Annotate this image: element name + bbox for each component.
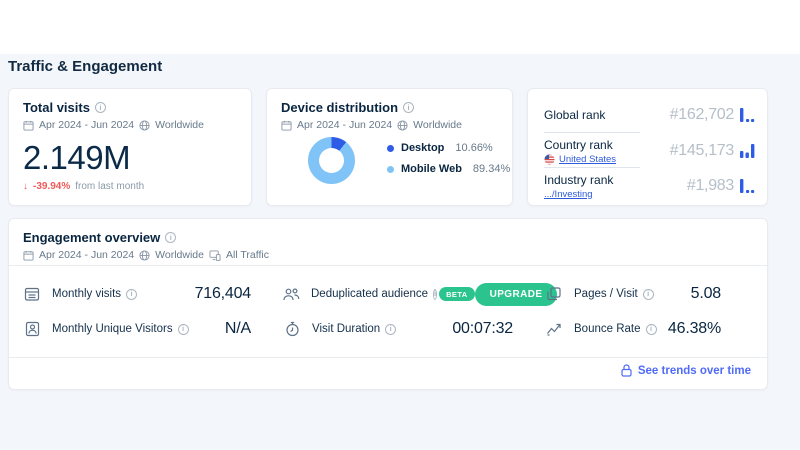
total-visits-card: Total visits Apr 2024 - Jun 2024 Worldwi… xyxy=(8,88,252,206)
info-icon[interactable] xyxy=(643,289,654,300)
global-rank-row: Global rank #162,702 xyxy=(544,101,755,129)
change-note: from last month xyxy=(75,181,144,192)
device-donut xyxy=(308,137,355,184)
pages-per-visit-value: 5.08 xyxy=(691,285,721,303)
beta-badge: BETA xyxy=(439,287,474,301)
metric-monthly-visits: Monthly visits 716,404 xyxy=(23,281,251,307)
country-rank-value: #145,173 xyxy=(670,142,734,160)
global-rank-value: #162,702 xyxy=(670,106,734,124)
legend-dot xyxy=(387,166,394,173)
desktop-mobile-icon xyxy=(209,250,221,261)
see-trends-link[interactable]: See trends over time xyxy=(621,364,751,377)
globe-icon xyxy=(139,120,150,131)
people-icon xyxy=(283,287,300,302)
metric-pages-per-visit: Pages / Visit 5.08 xyxy=(545,281,721,307)
visit-duration-value: 00:07:32 xyxy=(452,320,513,338)
bounce-rate-value: 46.38% xyxy=(668,320,721,338)
industry-rank-value: #1,983 xyxy=(687,177,734,195)
info-icon[interactable] xyxy=(433,289,437,300)
engagement-overview-card: Engagement overview Apr 2024 - Jun 2024 … xyxy=(8,218,768,390)
info-icon[interactable] xyxy=(95,102,106,113)
date-range: Apr 2024 - Jun 2024 xyxy=(297,119,392,131)
calendar-icon xyxy=(23,120,34,131)
info-icon[interactable] xyxy=(646,324,657,335)
info-icon[interactable] xyxy=(403,102,414,113)
rank-bars-tall-dots-icon xyxy=(740,179,755,193)
info-icon[interactable] xyxy=(165,232,176,243)
country-rank-row: Country rank United States #145,173 xyxy=(544,136,755,166)
change-percent: -39.94% xyxy=(33,181,70,192)
legend-item-mobile-web: Mobile Web 89.34% xyxy=(387,163,510,175)
legend-item-desktop: Desktop 10.66% xyxy=(387,142,510,154)
metric-bounce-rate: Bounce Rate 46.38% xyxy=(545,316,721,342)
unique-visitor-icon xyxy=(23,321,41,337)
divider xyxy=(9,357,767,358)
card-filters: Apr 2024 - Jun 2024 Worldwide All Traffi… xyxy=(23,249,269,261)
globe-icon xyxy=(397,120,408,131)
total-visits-value: 2.149M xyxy=(23,139,130,177)
metric-monthly-unique-visitors: Monthly Unique Visitors N/A xyxy=(23,316,251,342)
industry-rank-row: Industry rank .../Investing #1,983 xyxy=(544,171,755,201)
rank-card: Global rank #162,702 Country rank United… xyxy=(527,88,768,206)
divider xyxy=(544,132,640,133)
info-icon[interactable] xyxy=(385,324,396,335)
card-filters: Apr 2024 - Jun 2024 Worldwide xyxy=(23,119,204,131)
device-distribution-card: Device distribution Apr 2024 - Jun 2024 … xyxy=(266,88,513,206)
date-range: Apr 2024 - Jun 2024 xyxy=(39,249,134,261)
calendar-grid-icon xyxy=(23,286,41,302)
calendar-icon xyxy=(23,250,34,261)
card-title: Engagement overview xyxy=(23,230,160,245)
legend-dot xyxy=(387,145,394,152)
rank-bars-tall-dots-icon xyxy=(740,108,755,122)
divider xyxy=(9,265,767,266)
page-title: Traffic & Engagement xyxy=(8,58,162,75)
traffic-filter: All Traffic xyxy=(226,249,269,261)
region: Worldwide xyxy=(413,119,462,131)
calendar-icon xyxy=(281,120,292,131)
lock-icon xyxy=(621,364,632,377)
industry-link[interactable]: .../Investing xyxy=(544,189,593,200)
device-legend: Desktop 10.66% Mobile Web 89.34% xyxy=(387,142,510,175)
country-link[interactable]: United States xyxy=(559,154,616,165)
bounce-arrow-icon xyxy=(545,322,563,336)
card-title: Total visits xyxy=(23,100,90,115)
stopwatch-icon xyxy=(283,321,301,337)
change-arrow-icon: ↓ xyxy=(23,181,28,192)
region: Worldwide xyxy=(155,249,204,261)
metric-deduplicated-audience: Deduplicated audience BETA UPGRADE xyxy=(283,281,513,307)
monthly-visits-value: 716,404 xyxy=(195,285,251,303)
divider xyxy=(544,167,640,168)
card-filters: Apr 2024 - Jun 2024 Worldwide xyxy=(281,119,462,131)
rank-bars-three-icon xyxy=(740,144,755,158)
date-range: Apr 2024 - Jun 2024 xyxy=(39,119,134,131)
globe-icon xyxy=(139,250,150,261)
card-title: Device distribution xyxy=(281,100,398,115)
region: Worldwide xyxy=(155,119,204,131)
info-icon[interactable] xyxy=(178,324,189,335)
us-flag-icon xyxy=(544,154,555,165)
monthly-unique-visitors-value: N/A xyxy=(225,320,251,338)
info-icon[interactable] xyxy=(126,289,137,300)
metric-visit-duration: Visit Duration 00:07:32 xyxy=(283,316,513,342)
pages-icon xyxy=(545,286,563,302)
